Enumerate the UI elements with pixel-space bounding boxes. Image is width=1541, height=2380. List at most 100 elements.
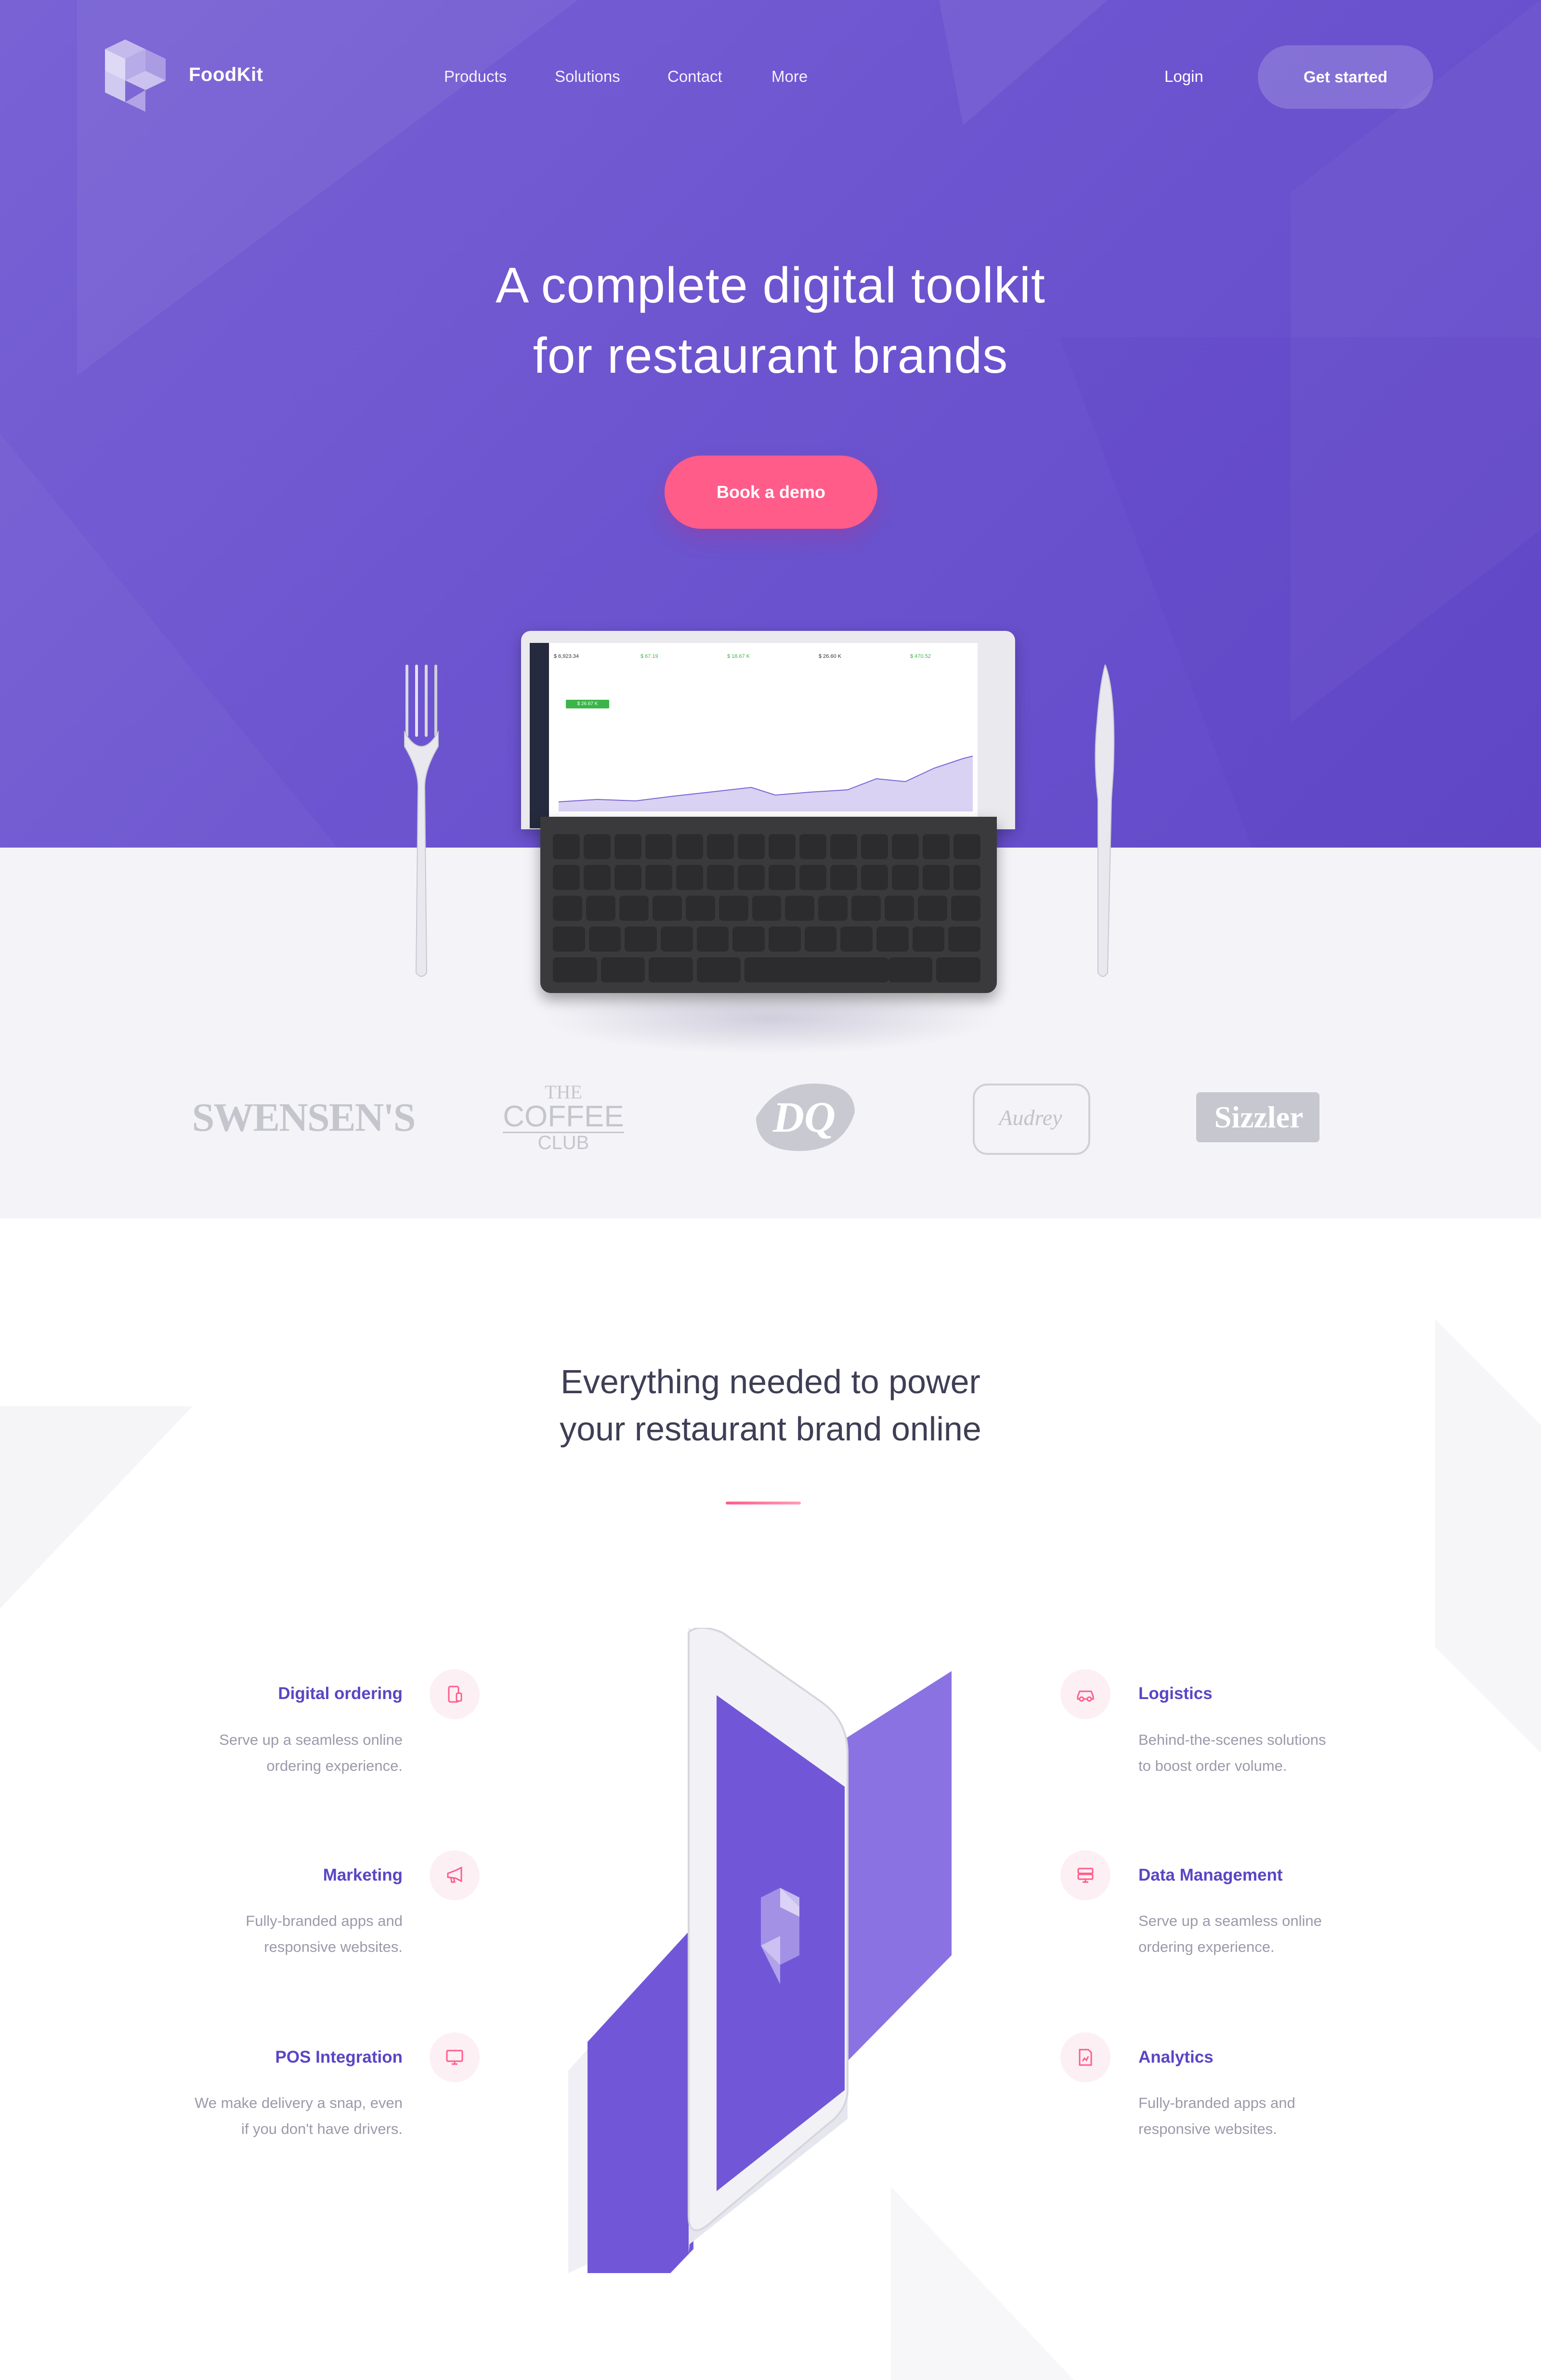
keyboard-key — [553, 865, 580, 890]
dash-stat-5: $ 470.52 — [910, 654, 931, 659]
dash-stat-3: $ 18.67 K — [727, 654, 750, 659]
feature-desc: Serve up a seamless online ordering expe… — [1138, 1912, 1322, 1955]
keyboard-key — [953, 865, 980, 890]
keyboard-key — [676, 865, 703, 890]
keyboard-key — [696, 927, 729, 952]
keyboard-key — [707, 865, 734, 890]
nav-products[interactable]: Products — [444, 67, 507, 86]
keyboard-key — [785, 896, 815, 921]
keyboard-key — [892, 865, 919, 890]
keyboard-key — [652, 896, 682, 921]
keyboard-key — [614, 865, 641, 890]
get-started-button[interactable]: Get started — [1258, 45, 1433, 109]
feature-desc: We make delivery a snap, even if you don… — [195, 2094, 403, 2137]
keyboard-key — [830, 834, 857, 859]
keyboard-key — [676, 834, 703, 859]
book-demo-button[interactable]: Book a demo — [665, 456, 877, 529]
client-logo-audrey: Audrey — [973, 1079, 1090, 1156]
keyboard-key — [744, 957, 888, 982]
keyboard-key — [861, 865, 888, 890]
features-title-line-1: Everything needed to power — [561, 1363, 980, 1400]
keyboard-key — [649, 957, 693, 982]
keyboard-key — [588, 927, 621, 952]
keyboard-key — [936, 957, 980, 982]
keyboard-key — [923, 865, 950, 890]
fork-icon — [404, 665, 439, 977]
keyboard-key — [738, 834, 765, 859]
feature-title: POS Integration — [275, 2048, 403, 2066]
feature-title: Analytics — [1138, 2048, 1214, 2066]
car-icon — [1060, 1669, 1110, 1719]
feature-desc: Fully-branded apps and responsive websit… — [246, 1912, 403, 1955]
client-logo-coffee-club: THE COFFEE CLUB — [503, 1081, 624, 1153]
keyboard-key — [799, 865, 826, 890]
bg-shape-right — [1435, 1320, 1541, 1753]
feature-desc: Fully-branded apps and responsive websit… — [1138, 2094, 1295, 2137]
keyboard-key — [645, 834, 672, 859]
nav-contact[interactable]: Contact — [667, 67, 722, 86]
keyboard-key — [661, 927, 693, 952]
keyboard-key — [619, 896, 649, 921]
features-title: Everything needed to power your restaura… — [433, 1358, 1108, 1452]
keyboard-key — [876, 927, 909, 952]
nav-more[interactable]: More — [771, 67, 808, 86]
phone-illustration — [568, 1628, 952, 2273]
hero-title-line-1: A complete digital toolkit — [496, 258, 1045, 314]
server-icon — [1060, 1850, 1110, 1900]
nav-solutions[interactable]: Solutions — [555, 67, 620, 86]
keyboard-key — [625, 927, 657, 952]
keyboard-key — [885, 896, 914, 921]
keyboard-key — [584, 834, 611, 859]
keyboard-key — [953, 834, 980, 859]
tablet-icon — [430, 1669, 480, 1719]
keyboard-key — [951, 896, 980, 921]
keyboard-key — [601, 957, 645, 982]
features-title-line-2: your restaurant brand online — [560, 1410, 981, 1448]
knife-icon — [1095, 665, 1115, 977]
keyboard-key — [586, 896, 615, 921]
dash-stat-4: $ 26.60 K — [819, 654, 842, 659]
keyboard-key — [696, 957, 741, 982]
foodkit-logo-icon[interactable] — [105, 39, 166, 112]
client-logo-dq: DQ — [746, 1079, 862, 1156]
keyboard-key — [718, 896, 748, 921]
login-link[interactable]: Login — [1164, 67, 1203, 86]
keyboard-key — [752, 896, 782, 921]
keyboard-key — [912, 927, 945, 952]
hero-title: A complete digital toolkit for restauran… — [241, 250, 1300, 391]
hero-title-line-2: for restaurant brands — [533, 328, 1008, 384]
keyboard-key — [851, 896, 881, 921]
title-divider — [726, 1502, 801, 1504]
dashboard-area-chart — [559, 756, 973, 811]
keyboard-key — [818, 896, 848, 921]
monitor-icon — [430, 2032, 480, 2082]
keyboard-key — [948, 927, 980, 952]
brand-name[interactable]: FoodKit — [189, 64, 263, 86]
feature-title: Logistics — [1138, 1684, 1213, 1703]
feature-title: Digital ordering — [278, 1684, 403, 1703]
feature-title: Data Management — [1138, 1866, 1283, 1884]
keyboard-cover — [540, 817, 997, 993]
keyboard-key — [553, 834, 580, 859]
keyboard-key — [553, 927, 585, 952]
keyboard-key — [738, 865, 765, 890]
keyboard-key — [645, 865, 672, 890]
keyboard-key — [892, 834, 919, 859]
keyboard-key — [769, 927, 801, 952]
device-shadow — [539, 982, 1002, 1055]
keyboard-key — [707, 834, 734, 859]
keyboard-key — [799, 834, 826, 859]
keyboard-key — [553, 896, 582, 921]
feature-desc: Serve up a seamless online ordering expe… — [219, 1731, 403, 1774]
report-icon — [1060, 2032, 1110, 2082]
keyboard-key — [584, 865, 611, 890]
megaphone-icon — [430, 1850, 480, 1900]
dashboard-sidebar — [530, 643, 549, 828]
dashboard-screen: $ 6,923.34 $ 67.19 $ 18.67 K $ 26.60 K $… — [530, 643, 978, 828]
keyboard-key — [804, 927, 837, 952]
keyboard-key — [923, 834, 950, 859]
keyboard-key — [769, 865, 796, 890]
keyboard-key — [861, 834, 888, 859]
bg-shape-left — [0, 1406, 193, 1608]
keyboard-key — [918, 896, 948, 921]
